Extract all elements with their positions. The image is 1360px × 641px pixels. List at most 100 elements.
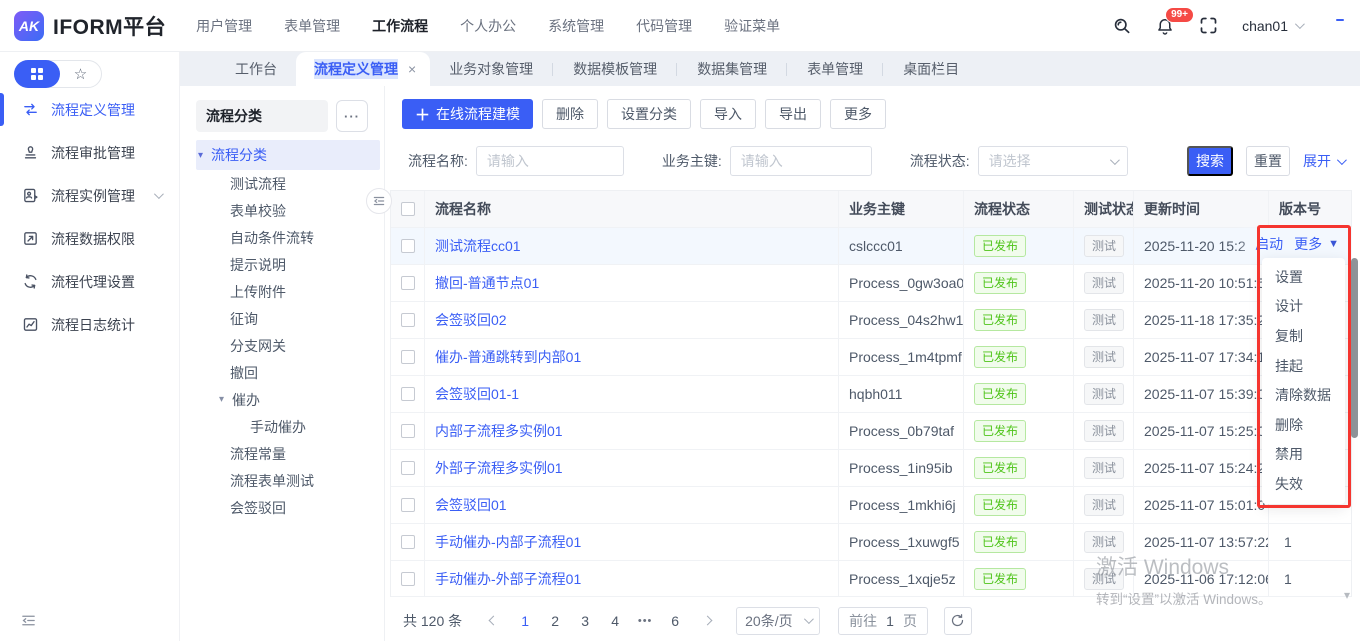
row-checkbox[interactable] [401, 276, 415, 290]
nav-menu-item[interactable]: 个人办公 [458, 12, 518, 40]
nav-menu-item[interactable]: 代码管理 [634, 12, 694, 40]
dropdown-menu-item[interactable]: 复制 [1262, 321, 1345, 351]
prev-page-button[interactable] [480, 607, 506, 635]
apps-grid-icon[interactable] [1325, 16, 1344, 35]
scroll-down-arrow-icon[interactable]: ▾ [1344, 588, 1350, 602]
panel-collapse-button[interactable] [366, 188, 392, 214]
process-name-link[interactable]: 会签驳回01-1 [435, 384, 519, 404]
page-tab[interactable]: 工作台 × [216, 52, 296, 86]
nav-menu-item[interactable]: 表单管理 [282, 12, 342, 40]
nav-menu-item[interactable]: 用户管理 [194, 12, 254, 40]
process-name-link[interactable]: 催办-普通跳转到内部01 [435, 347, 581, 367]
tree-item[interactable]: ▾ 提示说明 [196, 251, 380, 278]
page-number-button[interactable]: 2 [540, 607, 570, 635]
page-tab[interactable]: 表单管理 × [786, 52, 882, 86]
search-button[interactable]: 搜索 [1187, 146, 1233, 176]
toolbar-button[interactable]: 更多 [830, 99, 886, 129]
dropdown-menu-item[interactable]: 禁用 [1262, 440, 1345, 470]
row-checkbox[interactable] [401, 313, 415, 327]
page-size-select[interactable]: 20条/页 [736, 607, 820, 635]
reset-button[interactable]: 重置 [1246, 146, 1290, 176]
toolbar-button[interactable]: 删除 [542, 99, 598, 129]
page-tab[interactable]: 数据模板管理 × [552, 52, 676, 86]
tree-item[interactable]: ▾ 表单校验 [196, 197, 380, 224]
nav-menu-item[interactable]: 验证菜单 [722, 12, 782, 40]
select-all-checkbox[interactable] [401, 202, 415, 216]
tree-item[interactable]: ▾ 流程分类 [196, 140, 380, 170]
tree-item[interactable]: ▾ 会签驳回 [196, 494, 380, 521]
goto-page-input[interactable]: 1 [886, 613, 894, 629]
tree-item[interactable]: ▾ 撤回 [196, 359, 380, 386]
close-icon[interactable]: × [408, 61, 416, 77]
row-checkbox[interactable] [401, 350, 415, 364]
process-name-link[interactable]: 会签驳回01 [435, 495, 507, 515]
tree-item[interactable]: ▾ 测试流程 [196, 170, 380, 197]
dropdown-menu-item[interactable]: 挂起 [1262, 351, 1345, 381]
row-checkbox[interactable] [401, 572, 415, 586]
expand-filters-link[interactable]: 展开 [1303, 151, 1344, 171]
favorites-star-icon[interactable]: ☆ [60, 65, 101, 83]
next-page-button[interactable] [694, 607, 720, 635]
process-name-link[interactable]: 测试流程cc01 [435, 236, 521, 256]
refresh-button[interactable] [944, 607, 972, 635]
business-key-input[interactable] [730, 146, 872, 176]
category-more-button[interactable]: ··· [336, 100, 368, 132]
nav-menu-item[interactable]: 工作流程 [370, 12, 430, 40]
row-checkbox[interactable] [401, 498, 415, 512]
sidebar-menu-item[interactable]: 流程代理设置 [0, 260, 179, 303]
page-tab[interactable]: 数据集管理 × [676, 52, 786, 86]
user-menu[interactable]: chan01 [1242, 18, 1302, 34]
tree-item[interactable]: ▾ 自动条件流转 [196, 224, 380, 251]
row-checkbox[interactable] [401, 424, 415, 438]
vertical-scrollbar-thumb[interactable] [1351, 258, 1358, 438]
process-name-link[interactable]: 手动催办-外部子流程01 [435, 569, 581, 589]
toolbar-button[interactable]: 设置分类 [607, 99, 691, 129]
page-number-button[interactable]: 4 [600, 607, 630, 635]
dropdown-menu-item[interactable]: 失效 [1262, 469, 1345, 499]
tree-item[interactable]: ▾ 流程表单测试 [196, 467, 380, 494]
sidebar-fold-icon[interactable] [20, 612, 37, 629]
row-checkbox[interactable] [401, 387, 415, 401]
process-name-link[interactable]: 撤回-普通节点01 [435, 273, 539, 293]
tree-item[interactable]: ▾ 催办 [196, 386, 380, 413]
page-number-button[interactable]: 3 [570, 607, 600, 635]
page-number-button[interactable]: 6 [660, 607, 690, 635]
nav-menu-item[interactable]: 系统管理 [546, 12, 606, 40]
start-process-link[interactable]: 启动 [1255, 234, 1283, 254]
sidebar-menu-item[interactable]: 流程审批管理 [0, 131, 179, 174]
sidebar-menu-item[interactable]: 流程数据权限 [0, 217, 179, 260]
sidebar-menu-item[interactable]: 流程日志统计 [0, 303, 179, 346]
goto-page-group[interactable]: 前往 1 页 [838, 607, 928, 635]
page-tab[interactable]: 业务对象管理 × [430, 52, 552, 86]
fullscreen-icon[interactable] [1198, 15, 1219, 36]
caret-down-icon[interactable]: ▾ [198, 150, 211, 161]
process-name-link[interactable]: 内部子流程多实例01 [435, 421, 563, 441]
tree-item[interactable]: ▾ 手动催办 [196, 413, 380, 440]
process-name-link[interactable]: 外部子流程多实例01 [435, 458, 563, 478]
process-name-link[interactable]: 手动催办-内部子流程01 [435, 532, 581, 552]
toolbar-button[interactable]: 导入 [700, 99, 756, 129]
tree-item[interactable]: ▾ 分支网关 [196, 332, 380, 359]
search-icon[interactable] [1112, 16, 1132, 36]
page-tab[interactable]: 桌面栏目 × [882, 52, 978, 86]
toolbar-button[interactable]: 导出 [765, 99, 821, 129]
grid-view-toggle-icon[interactable] [14, 60, 60, 88]
process-name-link[interactable]: 会签驳回02 [435, 310, 507, 330]
sidebar-menu-item[interactable]: 流程定义管理 [0, 88, 179, 131]
tree-item[interactable]: ▾ 征询 [196, 305, 380, 332]
dropdown-menu-item[interactable]: 清除数据 [1262, 380, 1345, 410]
create-process-button[interactable]: ＋ 在线流程建模 [402, 99, 533, 129]
notification-bell-icon[interactable]: 99+ [1155, 16, 1175, 36]
page-tab[interactable]: 流程定义管理 × [296, 52, 430, 86]
sidebar-menu-item[interactable]: 流程实例管理 [0, 174, 179, 217]
page-number-button[interactable]: 1 [510, 607, 540, 635]
row-checkbox[interactable] [401, 535, 415, 549]
more-actions-link[interactable]: 更多 [1294, 234, 1322, 254]
process-name-input[interactable] [476, 146, 624, 176]
page-number-button[interactable]: ••• [630, 607, 660, 635]
dropdown-menu-item[interactable]: 删除 [1262, 410, 1345, 440]
row-checkbox[interactable] [401, 239, 415, 253]
process-status-select[interactable]: 请选择 [978, 146, 1128, 176]
dropdown-menu-item[interactable]: 设计 [1262, 292, 1345, 322]
caret-down-icon[interactable]: ▾ [219, 394, 232, 405]
